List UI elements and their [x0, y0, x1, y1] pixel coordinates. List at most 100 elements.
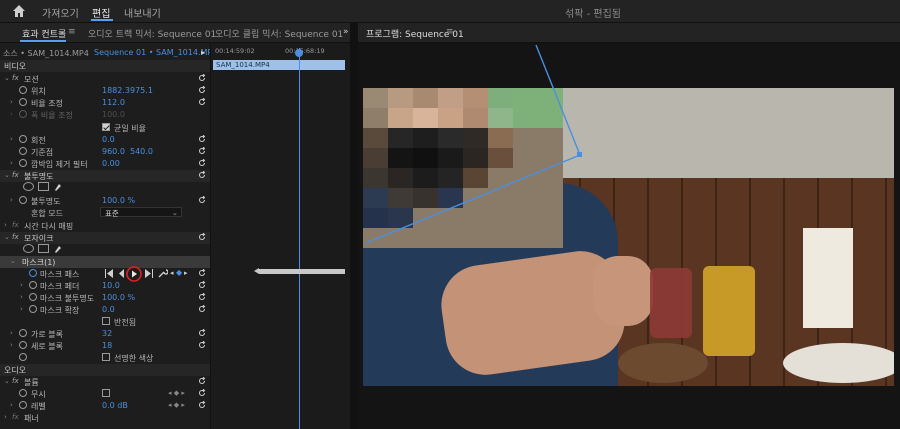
program-monitor[interactable]	[358, 43, 900, 429]
tab-edit[interactable]: 편집	[92, 5, 110, 20]
stopwatch-icon[interactable]	[29, 281, 37, 289]
prev-keyframe-icon[interactable]: ◂	[170, 269, 174, 277]
rectangle-mask-icon[interactable]	[38, 182, 49, 191]
fx-icon[interactable]: fx	[12, 377, 19, 385]
rectangle-mask-icon[interactable]	[38, 244, 49, 253]
volume-section[interactable]: ⌄ fx 볼륨	[0, 376, 210, 388]
stopwatch-icon[interactable]	[19, 98, 27, 106]
tab-import[interactable]: 가져오기	[42, 5, 79, 20]
ellipse-mask-icon[interactable]	[23, 182, 34, 191]
reset-icon[interactable]	[198, 293, 206, 301]
mask-1-row[interactable]: ⌄ 마스크(1)	[0, 256, 210, 268]
motion-row[interactable]: ⌄ fx 모션	[0, 73, 210, 85]
fx-icon[interactable]: fx	[12, 221, 19, 229]
tab-effect-controls[interactable]: 효과 컨트롤	[22, 27, 66, 40]
flicker-value[interactable]: 0.00	[102, 159, 120, 168]
inverted-checkbox[interactable]	[102, 317, 110, 325]
panel-menu-icon[interactable]: ≡	[68, 27, 76, 37]
pen-tool-icon[interactable]	[53, 244, 63, 254]
ellipse-mask-icon[interactable]	[23, 244, 34, 253]
reset-icon[interactable]	[198, 305, 206, 313]
h-blocks-value[interactable]: 32	[102, 329, 112, 338]
expand-icon[interactable]: ›	[20, 282, 25, 289]
stopwatch-icon[interactable]	[19, 353, 27, 361]
reset-icon[interactable]	[198, 86, 206, 94]
keyframe-nav-icon[interactable]: ◂ ◆ ▸	[168, 401, 185, 409]
uniform-scale-checkbox[interactable]	[102, 123, 110, 131]
reset-icon[interactable]	[198, 233, 206, 241]
playhead-handle[interactable]	[295, 49, 303, 57]
position-x-value[interactable]: 1882.3	[102, 86, 130, 95]
expand-icon[interactable]: ›	[10, 99, 15, 106]
reset-icon[interactable]	[198, 377, 206, 385]
keyframe-icon[interactable]: ◆	[176, 268, 182, 277]
stopwatch-icon[interactable]	[19, 341, 27, 349]
reset-icon[interactable]	[198, 159, 206, 167]
stopwatch-icon[interactable]	[19, 147, 27, 155]
fx-icon[interactable]: fx	[12, 74, 19, 82]
expand-icon[interactable]: ›	[10, 136, 15, 143]
mask-opacity-value[interactable]: 100.0 %	[102, 293, 135, 302]
stopwatch-icon[interactable]	[29, 293, 37, 301]
mosaic-section[interactable]: ⌄ fx 모자이크	[0, 232, 210, 244]
collapse-icon[interactable]: ⌄	[4, 234, 10, 241]
stopwatch-icon[interactable]	[19, 196, 27, 204]
reset-icon[interactable]	[198, 171, 206, 179]
time-remap-row[interactable]: › fx 시간 다시 매핑	[0, 220, 210, 232]
mask-expansion-value[interactable]: 0.0	[102, 305, 115, 314]
stopwatch-icon[interactable]	[19, 135, 27, 143]
expand-icon[interactable]: ›	[10, 160, 15, 167]
reset-icon[interactable]	[198, 341, 206, 349]
reset-icon[interactable]	[198, 135, 206, 143]
fx-icon[interactable]: fx	[12, 413, 19, 421]
collapse-icon[interactable]: ⌄	[4, 378, 10, 385]
expand-arrow-icon[interactable]: ▸	[201, 48, 205, 57]
reset-icon[interactable]	[198, 74, 206, 82]
sharp-colors-checkbox[interactable]	[102, 353, 110, 361]
expand-icon[interactable]: ›	[20, 294, 25, 301]
expand-icon[interactable]: ›	[10, 330, 15, 337]
blend-mode-select[interactable]: 표준 ⌄	[100, 207, 182, 218]
v-blocks-value[interactable]: 18	[102, 341, 112, 350]
rotation-value[interactable]: 0.0	[102, 135, 115, 144]
track-backward-icon[interactable]	[104, 269, 114, 278]
more-panels-icon[interactable]: »	[343, 27, 349, 37]
collapse-icon[interactable]: ⌄	[4, 172, 10, 179]
reset-icon[interactable]	[198, 98, 206, 106]
stopwatch-icon[interactable]	[29, 305, 37, 313]
level-value[interactable]: 0.0 dB	[102, 401, 128, 410]
stopwatch-icon[interactable]	[19, 389, 27, 397]
collapse-icon[interactable]: ⌄	[4, 75, 10, 82]
scale-value[interactable]: 112.0	[102, 98, 125, 107]
reset-icon[interactable]	[198, 196, 206, 204]
position-y-value[interactable]: 975.1	[130, 86, 153, 95]
fx-icon[interactable]: fx	[12, 233, 19, 241]
stopwatch-icon[interactable]	[29, 269, 37, 277]
stopwatch-icon[interactable]	[19, 329, 27, 337]
track-back-one-icon[interactable]	[118, 269, 125, 278]
home-icon[interactable]	[12, 4, 26, 18]
mask-feather-value[interactable]: 10.0	[102, 281, 120, 290]
reset-icon[interactable]	[198, 389, 206, 397]
stopwatch-icon[interactable]	[19, 401, 27, 409]
bypass-checkbox[interactable]	[102, 389, 110, 397]
expand-icon[interactable]: ›	[4, 414, 9, 421]
reset-icon[interactable]	[198, 329, 206, 337]
reset-icon[interactable]	[198, 281, 206, 289]
reset-icon[interactable]	[198, 269, 206, 277]
anchor-x-value[interactable]: 960.0	[102, 147, 125, 156]
track-forward-icon[interactable]	[144, 269, 154, 278]
program-menu-icon[interactable]: ≡	[446, 27, 454, 37]
panner-row[interactable]: › fx 패너	[0, 412, 210, 424]
wrench-icon[interactable]	[158, 269, 168, 278]
opacity-section[interactable]: ⌄ fx 불투명도	[0, 170, 210, 182]
expand-icon[interactable]: ›	[10, 342, 15, 349]
collapse-icon[interactable]: ⌄	[10, 258, 16, 265]
pen-tool-icon[interactable]	[53, 182, 63, 192]
reset-icon[interactable]	[198, 147, 206, 155]
timeline-clip[interactable]: SAM_1014.MP4	[213, 60, 345, 70]
tab-audio-clip-mixer[interactable]: 오디오 클립 믹서: Sequence 01	[215, 27, 343, 40]
stopwatch-icon[interactable]	[19, 159, 27, 167]
effect-timeline[interactable]: 00:14:59:02 00:15:68:19 SAM_1014.MP4	[210, 43, 351, 429]
fx-icon[interactable]: fx	[12, 171, 19, 179]
